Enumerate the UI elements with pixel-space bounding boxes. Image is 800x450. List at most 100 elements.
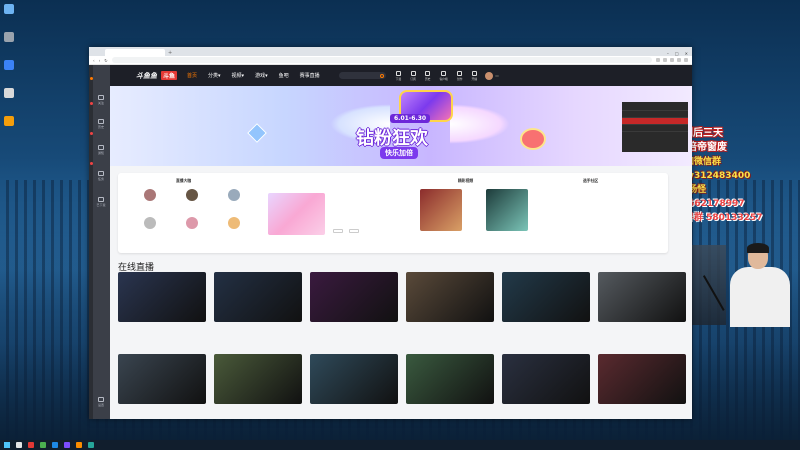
live-card[interactable] [406,272,494,325]
taskbar-app-icon[interactable] [76,442,82,448]
video-thumbnail[interactable] [420,189,462,231]
avatar[interactable] [485,71,494,80]
desktop-icon[interactable] [2,88,16,106]
featured-button-2[interactable] [349,229,359,233]
live-thumbnail[interactable] [214,354,302,404]
taskbar-app-icon[interactable] [28,442,34,448]
rail-dot [89,102,93,105]
close-icon[interactable]: ✕ [685,51,688,56]
live-thumbnail[interactable] [598,272,686,322]
nav-esports[interactable]: 赛事直播 [300,72,320,79]
streamer-item[interactable] [136,189,164,202]
streamer-webcam [720,243,800,335]
header-download-icon[interactable]: 下载 [396,70,401,81]
taskbar-app-icon[interactable] [64,442,70,448]
taskbar-app-icon[interactable] [40,442,46,448]
dropdown-item[interactable] [622,104,688,111]
live-thumbnail[interactable] [310,272,398,322]
search-icon[interactable] [379,73,384,78]
rail-item-download[interactable]: 已下载 [95,197,107,211]
live-card[interactable] [118,354,206,407]
desktop-icon[interactable] [2,60,16,78]
header-live-icon[interactable]: 开播 [471,70,477,81]
live-card[interactable] [118,272,206,325]
user-dropdown [622,102,688,152]
live-thumbnail[interactable] [598,354,686,404]
streamer-item[interactable] [178,217,206,230]
live-card[interactable] [214,272,302,325]
streamer-item[interactable] [220,189,248,202]
nav-category[interactable]: 分类▾ [208,72,221,79]
live-thumbnail[interactable] [310,354,398,404]
promo-banner[interactable]: 6.01-6.30 钻粉狂欢 快乐加倍 [110,86,692,166]
header-history-icon[interactable]: 历史 [425,70,430,81]
rail-item-history[interactable]: 历史 [95,119,107,133]
start-icon[interactable] [4,442,10,448]
featured-thumbnail[interactable] [268,193,325,235]
dropdown-item[interactable] [622,111,688,118]
taskbar-app-icon[interactable] [88,442,94,448]
live-card[interactable] [598,272,686,325]
live-card[interactable] [502,354,590,407]
site-logo-badge: 斗鱼 [161,71,178,80]
rail-item-settings[interactable]: 设置 [95,397,107,411]
featured-button-1[interactable] [333,229,343,233]
minimize-icon[interactable]: – [667,51,669,56]
search-input[interactable] [338,72,386,79]
recommend-card: 直播大咖 精彩视频 选手社区 [118,173,668,253]
url-field[interactable] [111,57,652,63]
desktop-icon[interactable] [2,4,16,22]
desktop-icon[interactable] [2,116,16,134]
user-menu-button[interactable] [495,74,500,77]
streamer-item[interactable] [178,189,206,202]
live-card[interactable] [502,272,590,325]
browser-tab-active[interactable] [105,49,165,56]
streamer-item[interactable] [220,217,248,230]
tab-bar: + – □ ✕ [89,47,692,56]
nav-video[interactable]: 视频▾ [232,72,245,79]
address-bar: ‹ › ↻ [89,56,692,65]
live-card[interactable] [214,354,302,407]
dropdown-item[interactable] [622,118,688,125]
taskbar [0,440,800,450]
live-thumbnail[interactable] [502,354,590,404]
live-thumbnail[interactable] [118,272,206,322]
streamer-item[interactable] [136,217,164,230]
header-create-icon[interactable]: 创作 [457,70,462,81]
nav-fishbar[interactable]: 鱼吧 [279,72,289,79]
rail-item-follow[interactable]: 关注 [95,95,107,109]
live-thumbnail[interactable] [406,354,494,404]
nav-game[interactable]: 游戏▾ [255,72,268,79]
dropdown-item[interactable] [622,125,688,132]
section-title: 精彩视频 [458,178,474,183]
live-thumbnail[interactable] [214,272,302,322]
maximize-icon[interactable]: □ [675,51,679,56]
banner-subtitle: 快乐加倍 [380,147,418,159]
site-logo[interactable]: 斗鱼鱼 [136,71,157,81]
browser-tab[interactable] [93,49,105,56]
live-card[interactable] [310,354,398,407]
live-thumbnail[interactable] [118,354,206,404]
taskbar-app-icon[interactable] [16,442,22,448]
rail-item-task[interactable]: 任务 [95,171,107,185]
rail-item-notify[interactable]: 通知 [95,145,107,159]
banner-decoration [520,128,546,150]
forward-icon[interactable]: › [99,58,101,63]
live-thumbnail[interactable] [502,272,590,322]
live-card[interactable] [406,354,494,407]
desktop-icon[interactable] [2,32,16,50]
live-thumbnail[interactable] [406,272,494,322]
video-thumbnail[interactable] [486,189,528,231]
new-tab-icon[interactable]: + [168,50,172,56]
header-follow-icon[interactable]: 订阅 [410,70,416,81]
left-rail-strip [89,65,93,419]
nav-home[interactable]: 首页 [187,72,197,79]
taskbar-app-icon[interactable] [52,442,58,448]
live-card[interactable] [310,272,398,325]
live-card[interactable] [598,354,686,407]
section-title: 直播大咖 [176,178,192,183]
banner-decoration [247,123,267,143]
back-icon[interactable]: ‹ [93,58,95,63]
header-client-icon[interactable]: 客户端 [439,70,448,81]
reload-icon[interactable]: ↻ [104,58,107,63]
